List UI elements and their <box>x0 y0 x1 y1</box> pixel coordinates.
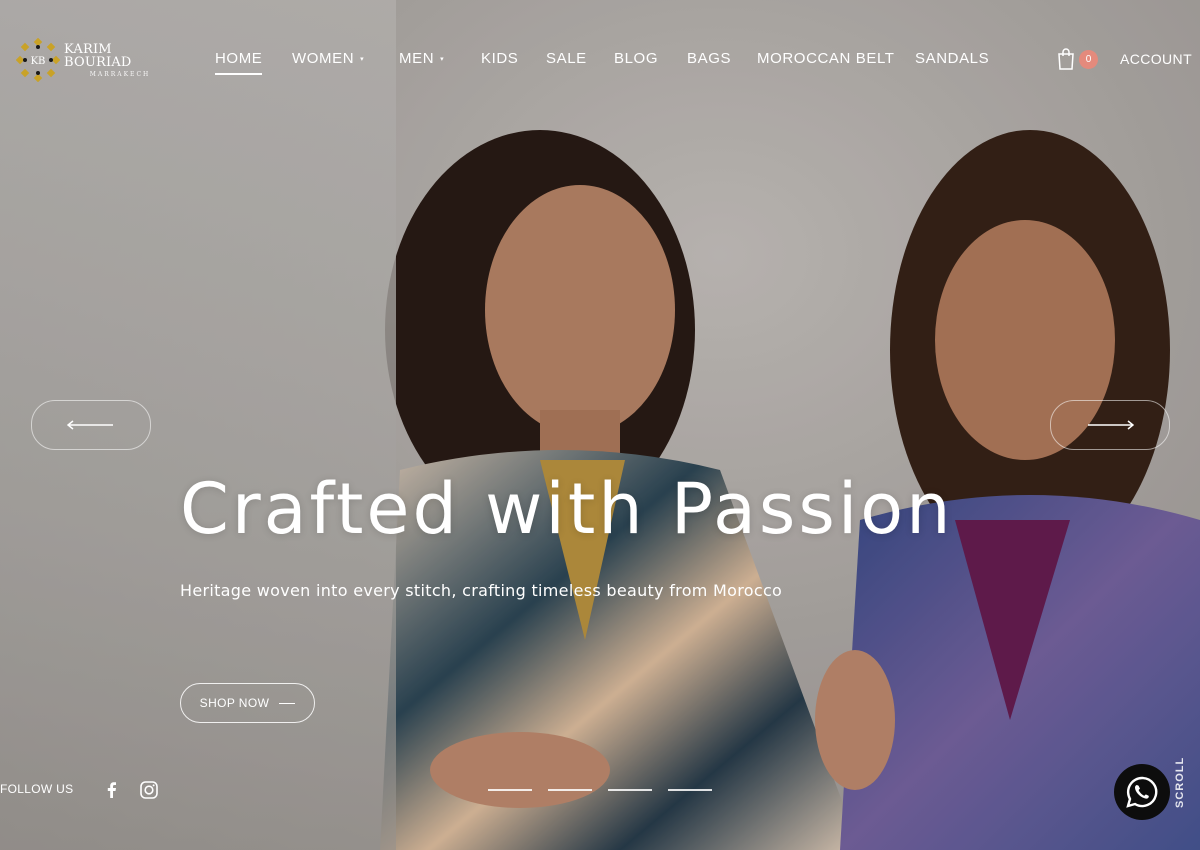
nav-item-kids[interactable]: KIDS <box>481 50 518 67</box>
nav-item-label: BLOG <box>614 50 659 67</box>
nav-item-blog[interactable]: BLOG <box>614 50 658 67</box>
shop-now-label: SHOP NOW <box>199 696 270 710</box>
hero-title: Crafted with Passion <box>180 468 954 550</box>
nav-item-sale[interactable]: SALE <box>546 50 587 67</box>
instagram-icon[interactable] <box>139 780 159 800</box>
arrow-line-icon <box>279 702 296 704</box>
nav-item-moroccan-belt[interactable]: MOROCCAN BELT <box>757 50 895 67</box>
slider-pagination <box>488 789 718 793</box>
arrow-right-icon <box>1088 420 1134 430</box>
slider-dot-1[interactable] <box>488 789 532 791</box>
nav-item-label: MOROCCAN BELT <box>757 50 895 67</box>
nav-item-women[interactable]: WOMEN ▾ <box>292 50 364 67</box>
nav-item-label: SANDALS <box>915 50 990 67</box>
slider-prev-button[interactable] <box>31 400 151 450</box>
scroll-indicator[interactable]: SCROLL <box>1174 752 1190 808</box>
nav-item-home[interactable]: HOME <box>215 50 263 75</box>
cart-button[interactable]: 0 <box>1054 48 1102 72</box>
nav-item-men[interactable]: MEN ▾ <box>399 50 444 67</box>
slider-dot-3[interactable] <box>608 789 652 791</box>
brand-city: MARRAKECH <box>89 70 151 78</box>
shopping-bag-icon <box>1058 48 1074 70</box>
hero-subtitle: Heritage woven into every stitch, crafti… <box>180 581 783 600</box>
nav-item-label: MEN <box>399 50 435 67</box>
slider-dot-2[interactable] <box>548 789 592 791</box>
brand-name: KARIM BOURIAD <box>64 41 132 70</box>
nav-item-sandals[interactable]: SANDALS <box>915 50 989 67</box>
whatsapp-icon <box>1126 776 1158 808</box>
nav-item-bags[interactable]: BAGS <box>687 50 731 67</box>
nav-item-label: KIDS <box>481 50 519 67</box>
account-link[interactable]: ACCOUNT <box>1120 51 1192 67</box>
site-header: KB KARIM BOURIAD MARRAKECH HOME WOMEN ▾ M… <box>0 0 1200 110</box>
shop-now-button[interactable]: SHOP NOW <box>180 683 315 723</box>
logo-monogram: KB <box>31 56 46 67</box>
follow-us-label: FOLLOW US <box>0 782 74 796</box>
hero-shade <box>0 0 1200 850</box>
chevron-down-icon: ▾ <box>360 56 365 64</box>
slider-next-button[interactable] <box>1050 400 1170 450</box>
nav-item-label: SALE <box>546 50 587 67</box>
cart-count-badge: 0 <box>1079 50 1098 69</box>
slider-dot-4[interactable] <box>668 789 712 791</box>
logo-emblem-icon: KB <box>15 37 61 83</box>
nav-item-label: HOME <box>215 50 263 67</box>
nav-item-label: WOMEN <box>292 50 355 67</box>
brand-logo[interactable]: KB KARIM BOURIAD MARRAKECH <box>15 36 176 84</box>
chevron-down-icon: ▾ <box>440 56 445 64</box>
facebook-icon[interactable] <box>102 780 122 800</box>
hero-background <box>0 0 1200 850</box>
arrow-left-icon <box>67 420 113 430</box>
nav-item-label: BAGS <box>687 50 732 67</box>
whatsapp-chat-button[interactable] <box>1114 764 1170 820</box>
